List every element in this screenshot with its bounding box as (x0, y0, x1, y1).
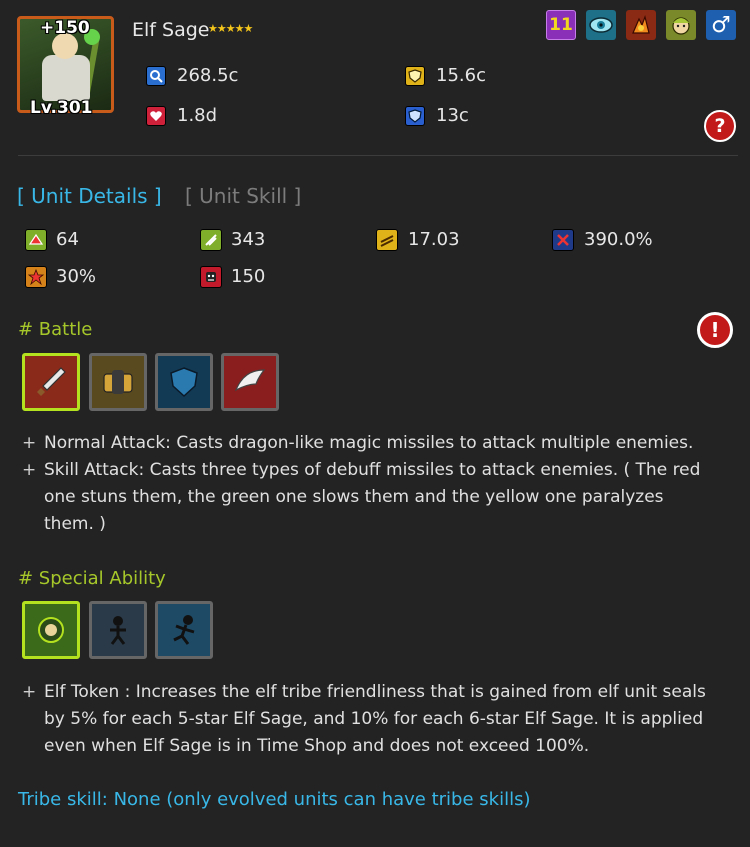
elf-token-skill-icon[interactable] (22, 601, 80, 659)
crit-damage-svg (557, 234, 569, 246)
bullet: + (22, 460, 37, 480)
unit-name: Elf Sage (132, 19, 210, 41)
move-speed-svg (205, 234, 217, 246)
sword-svg (37, 367, 66, 396)
range-value: 17.03 (408, 229, 460, 250)
sword-skill-icon[interactable] (22, 353, 80, 411)
help-button[interactable]: ? (704, 110, 736, 142)
divider (18, 155, 738, 156)
jumping-figure-skill-icon[interactable] (89, 601, 147, 659)
battle-line-2-text: Skill Attack: Casts three types of debuf… (44, 460, 701, 480)
alert-button[interactable]: ! (697, 312, 733, 348)
magnifier-svg (150, 70, 163, 83)
attack-speed-svg (28, 233, 44, 245)
range-svg (380, 235, 394, 247)
robe-shape (42, 55, 90, 101)
special-line-3: even when Elf Sage is in Time Shop and d… (44, 736, 590, 756)
magic-attack-value: 268.5c (177, 65, 239, 86)
plus-level-badge: +150 (40, 18, 90, 38)
magic-defense-icon (405, 106, 425, 126)
eye-icon[interactable] (586, 10, 616, 40)
battle-line-4: them. ) (44, 514, 106, 534)
mana-value: 150 (231, 266, 266, 287)
physical-defense-icon (405, 66, 425, 86)
magic-defense-value: 13c (436, 105, 469, 126)
bag-svg (103, 370, 133, 394)
bullet: + (22, 433, 37, 453)
special-description: + Elf Token : Increases the elf tribe fri… (22, 679, 747, 760)
magic-attack-icon (146, 66, 166, 86)
range-icon (376, 229, 398, 251)
move-speed-value: 343 (231, 229, 266, 250)
elf-face-svg (672, 17, 690, 35)
shield-svg (170, 367, 198, 398)
fire-dragon-svg (632, 14, 650, 34)
running-figure-svg (173, 615, 195, 645)
elf-face-icon[interactable] (666, 10, 696, 40)
running-figure-skill-icon[interactable] (155, 601, 213, 659)
bullet: + (22, 682, 37, 702)
wing-skill-icon[interactable] (221, 353, 279, 411)
crit-damage-value: 390.0% (584, 229, 653, 250)
health-icon (146, 106, 166, 126)
wing-svg (234, 369, 266, 392)
shield-gold-svg (408, 69, 422, 83)
battle-line-2: + Skill Attack: Casts three types of debu… (22, 457, 742, 484)
special-line-1: + Elf Token : Increases the elf tribe fri… (22, 679, 747, 706)
special-line-2: by 5% for each 5-star Elf Sage, and 10% … (44, 709, 704, 729)
mana-svg (206, 272, 216, 282)
special-line-1-text: Elf Token : Increases the elf tribe frie… (44, 682, 706, 702)
attack-speed-value: 64 (56, 229, 79, 250)
crit-chance-value: 30% (56, 266, 97, 287)
shield-blue-svg (408, 109, 422, 123)
male-gender-icon[interactable]: ♂ (706, 10, 736, 40)
attack-speed-icon (25, 229, 47, 251)
tab-unit-skill[interactable]: [ Unit Skill ] (185, 184, 301, 208)
elf-token-svg (38, 617, 64, 643)
number-badge-icon[interactable]: 11 (546, 10, 576, 40)
crit-chance-icon (25, 266, 47, 288)
crit-chance-svg (28, 269, 44, 285)
health-value: 1.8d (177, 105, 218, 126)
eye-icon-svg (589, 17, 613, 33)
battle-line-1: + Normal Attack: Casts dragon-like magic … (22, 430, 742, 457)
mana-icon (200, 266, 222, 288)
bag-skill-icon[interactable] (89, 353, 147, 411)
move-speed-icon (200, 229, 222, 251)
battle-line-3: one stuns them, the green one slows them… (44, 487, 664, 507)
battle-line-1-text: Normal Attack: Casts dragon-like magic m… (44, 433, 694, 453)
male-symbol-text: ♂ (711, 12, 731, 38)
number-badge-text: 11 (549, 15, 573, 35)
tab-unit-details[interactable]: [ Unit Details ] (17, 184, 162, 208)
heart-svg (150, 111, 162, 121)
special-ability-heading: # Special Ability (18, 568, 166, 589)
star-rating: ★★★★★ (208, 22, 253, 35)
shield-skill-icon[interactable] (155, 353, 213, 411)
battle-heading: # Battle (18, 319, 93, 340)
crit-damage-icon (552, 229, 574, 251)
jumping-figure-svg (110, 616, 126, 645)
tribe-skill-text: Tribe skill: None (only evolved units ca… (18, 789, 531, 810)
level-badge: Lv.301 (30, 98, 93, 118)
battle-description: + Normal Attack: Casts dragon-like magic … (22, 430, 742, 538)
fire-dragon-icon[interactable] (626, 10, 656, 40)
physical-defense-value: 15.6c (436, 65, 486, 86)
